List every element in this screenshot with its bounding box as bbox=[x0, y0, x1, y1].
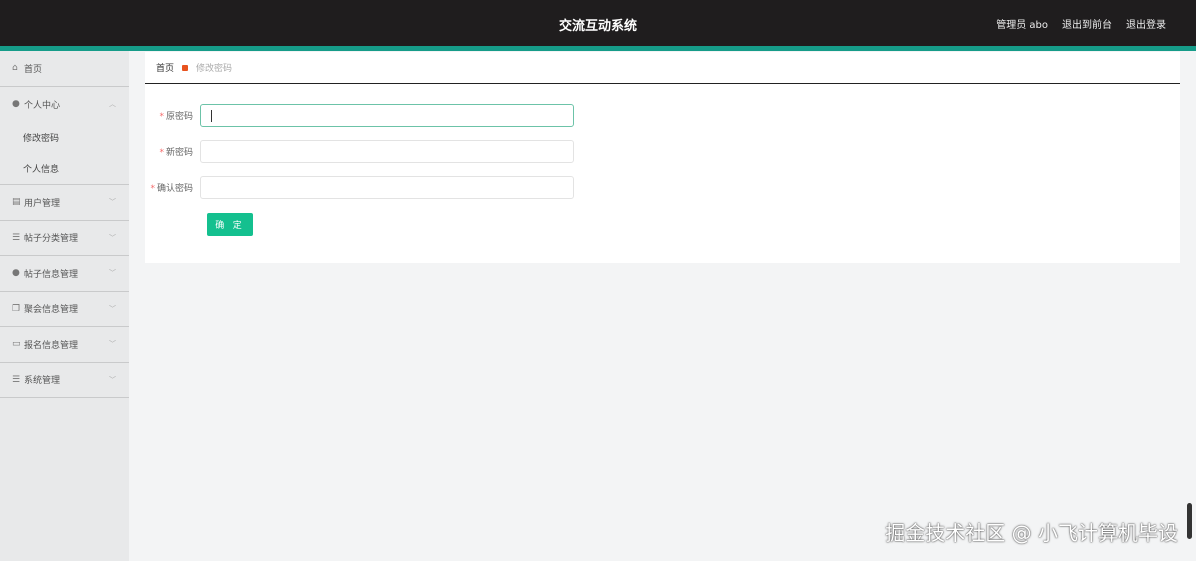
back-to-front-link[interactable]: 退出到前台 bbox=[1062, 16, 1112, 31]
list-icon: ☰ bbox=[12, 374, 21, 385]
sidebar-item-label: 聚会信息管理 bbox=[24, 305, 79, 316]
sidebar-item-registrations[interactable]: ▭ 报名信息管理 ﹀ bbox=[0, 327, 129, 363]
new-password-label: * 新密码 bbox=[159, 148, 193, 158]
chevron-down-icon: ﹀ bbox=[109, 198, 116, 207]
sidebar-group-personal: ● 个人中心 ︿ 修改密码 个人信息 bbox=[0, 87, 129, 185]
sidebar-item-users[interactable]: ▤ 用户管理 ﹀ bbox=[0, 185, 129, 221]
sidebar-item-label: 帖子信息管理 bbox=[24, 269, 79, 280]
chevron-down-icon: ﹀ bbox=[109, 269, 116, 278]
chevron-down-icon: ﹀ bbox=[109, 233, 116, 242]
old-password-input[interactable] bbox=[200, 104, 574, 127]
sidebar-item-label: 首页 bbox=[24, 64, 43, 75]
user-icon: ● bbox=[12, 268, 20, 279]
scrollbar[interactable] bbox=[1187, 503, 1192, 539]
sidebar-item-label: 帖子分类管理 bbox=[24, 234, 79, 245]
clipboard-icon: ▤ bbox=[12, 197, 21, 208]
sidebar-item-home[interactable]: ⌂ 首页 bbox=[0, 51, 129, 87]
logout-link[interactable]: 退出登录 bbox=[1126, 16, 1166, 31]
sidebar-item-label: 个人中心 bbox=[24, 100, 61, 111]
breadcrumb-home[interactable]: 首页 bbox=[156, 61, 174, 74]
sidebar-subitem-change-password[interactable]: 修改密码 bbox=[0, 122, 129, 153]
new-password-input[interactable] bbox=[200, 140, 574, 163]
copy-icon: ❐ bbox=[12, 303, 21, 314]
confirm-password-input[interactable] bbox=[200, 176, 574, 199]
top-header: 交流互动系统 管理员 abo 退出到前台 退出登录 bbox=[0, 0, 1196, 46]
current-user: 管理员 abo bbox=[996, 20, 1048, 31]
old-password-label: * 原密码 bbox=[159, 112, 193, 122]
sidebar-item-label: 报名信息管理 bbox=[24, 340, 79, 351]
briefcase-icon: ▭ bbox=[12, 339, 21, 350]
sidebar-item-posts[interactable]: ● 帖子信息管理 ﹀ bbox=[0, 256, 129, 292]
confirm-password-row: * 确认密码 bbox=[145, 176, 574, 199]
header-accent-bar bbox=[0, 46, 1196, 51]
confirm-button[interactable]: 确 定 bbox=[207, 213, 253, 236]
chevron-down-icon: ﹀ bbox=[109, 375, 116, 384]
new-password-row: * 新密码 bbox=[145, 140, 574, 163]
sidebar-item-system[interactable]: ☰ 系统管理 ﹀ bbox=[0, 363, 129, 398]
list-icon: ☰ bbox=[12, 232, 21, 243]
user-icon: ● bbox=[12, 99, 20, 110]
sidebar-item-label: 系统管理 bbox=[24, 376, 61, 387]
confirm-password-label: * 确认密码 bbox=[150, 184, 193, 194]
chevron-down-icon: ﹀ bbox=[109, 340, 116, 349]
chevron-down-icon: ﹀ bbox=[109, 304, 116, 313]
breadcrumb-current: 修改密码 bbox=[196, 64, 233, 74]
sidebar: ⌂ 首页 ● 个人中心 ︿ 修改密码 个人信息 ▤ 用户管理 ﹀ ☰ 帖子分类管理 ﹀ ● 帖子… bbox=[0, 51, 129, 561]
watermark: 掘金技术社区 @ 小飞计算机毕设 bbox=[885, 521, 1178, 545]
breadcrumb: 首页 修改密码 bbox=[145, 52, 1180, 84]
home-icon: ⌂ bbox=[12, 63, 18, 74]
sidebar-subitem-personal-info[interactable]: 个人信息 bbox=[0, 153, 129, 184]
sidebar-item-post-categories[interactable]: ☰ 帖子分类管理 ﹀ bbox=[0, 221, 129, 256]
sidebar-item-personal-center[interactable]: ● 个人中心 ︿ bbox=[0, 87, 129, 123]
sidebar-item-gatherings[interactable]: ❐ 聚会信息管理 ﹀ bbox=[0, 292, 129, 327]
old-password-row: * 原密码 bbox=[145, 104, 574, 127]
change-password-card: 首页 修改密码 * 原密码 * 新密码 * 确认密码 确 定 bbox=[145, 52, 1180, 263]
sidebar-item-label: 用户管理 bbox=[24, 198, 61, 209]
breadcrumb-separator-icon bbox=[182, 64, 189, 71]
chevron-up-icon: ︿ bbox=[109, 100, 116, 109]
